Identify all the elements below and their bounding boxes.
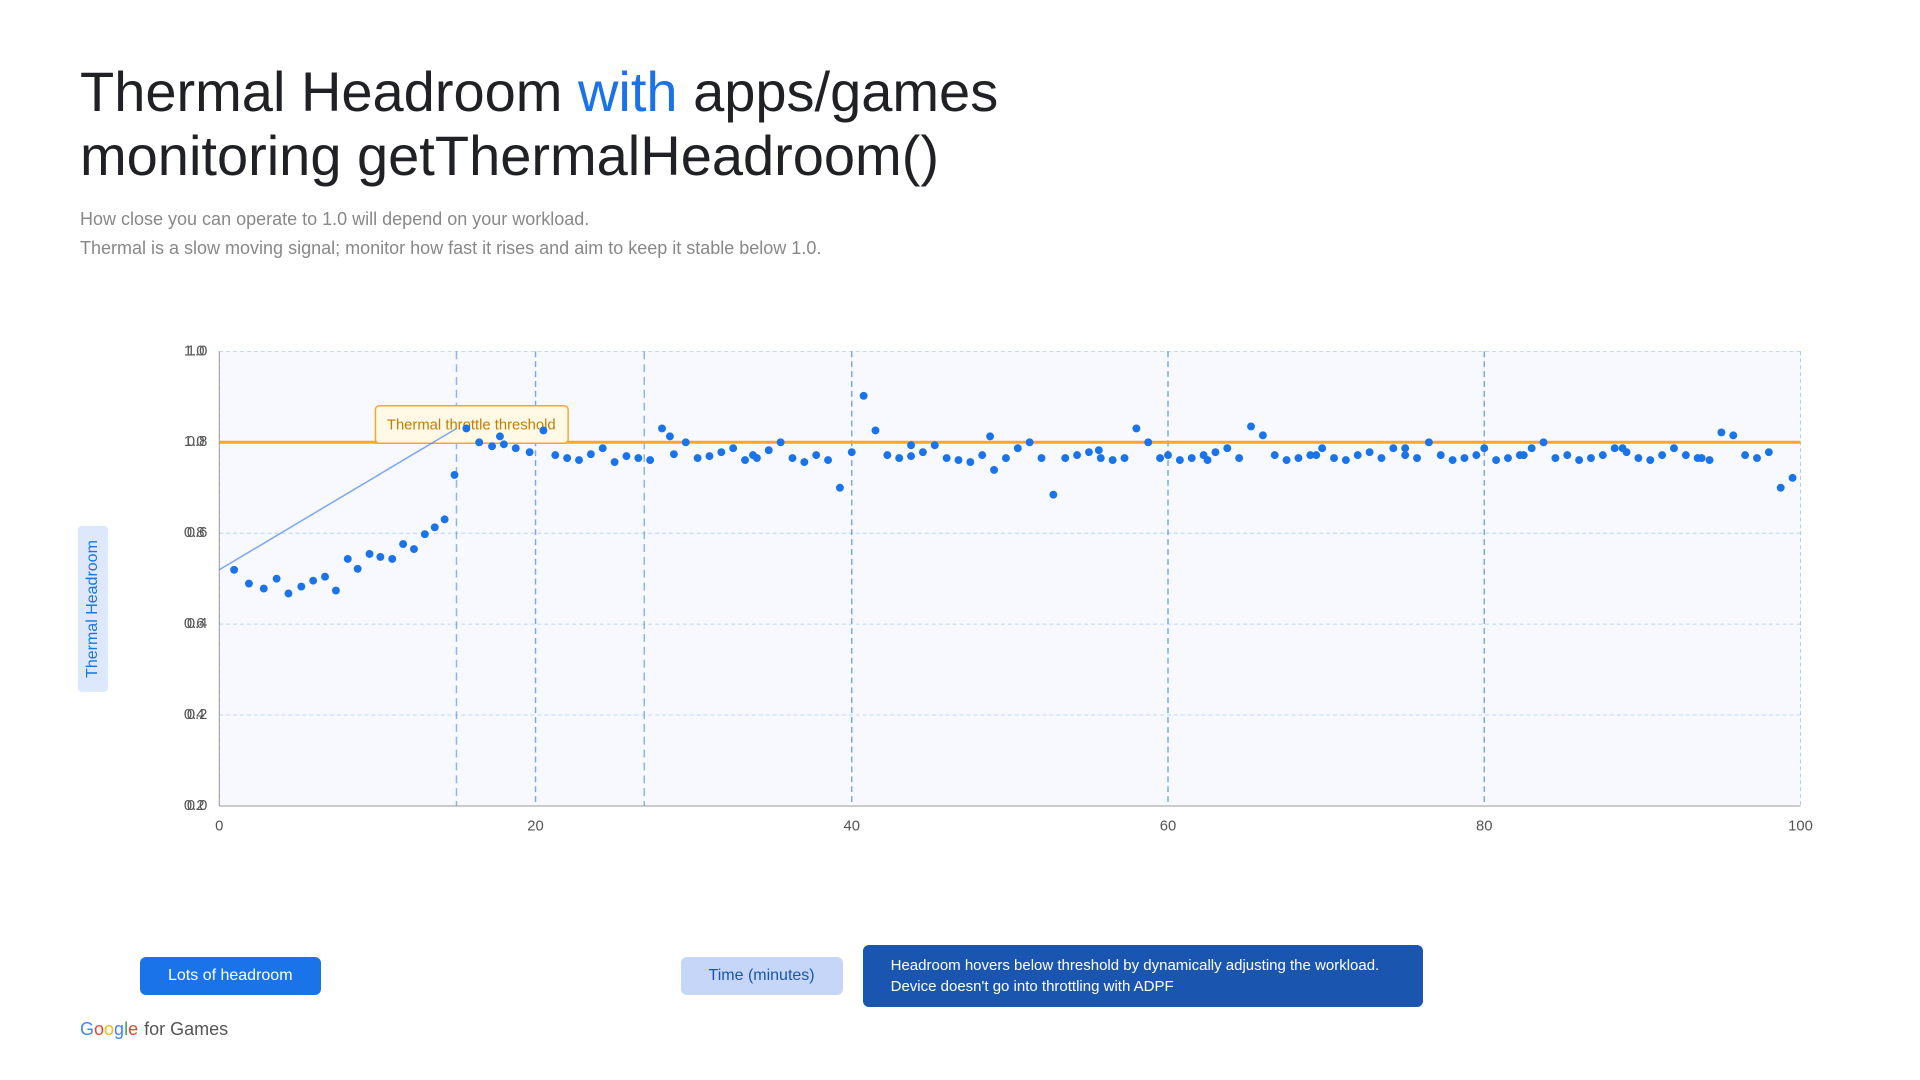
subtitle-line1: How close you can operate to 1.0 will de… xyxy=(80,205,1840,234)
svg-text:0.0: 0.0 xyxy=(187,798,208,814)
google-logo: Google for Games xyxy=(80,1019,1840,1040)
svg-text:1.0: 1.0 xyxy=(187,344,208,360)
title-part2: apps/games xyxy=(678,60,999,123)
bottom-labels: Lots of headroom Time (minutes) Headroom… xyxy=(140,945,1840,1007)
google-wordmark: Google xyxy=(80,1019,138,1040)
svg-text:0.6: 0.6 xyxy=(187,526,208,542)
title-line-1: Thermal Headroom with apps/games xyxy=(80,60,1840,124)
page-container: Thermal Headroom with apps/games monitor… xyxy=(0,0,1920,1080)
lots-of-headroom-label: Lots of headroom xyxy=(140,957,321,995)
svg-text:100: 100 xyxy=(1788,819,1813,835)
subtitle-block: How close you can operate to 1.0 will de… xyxy=(80,205,1840,263)
svg-text:0.8: 0.8 xyxy=(187,435,208,451)
title-line-2: monitoring getThermalHeadroom() xyxy=(80,124,1840,188)
svg-text:80: 80 xyxy=(1476,819,1492,835)
for-games-text: for Games xyxy=(144,1019,228,1040)
chart-area: Thermal throttle threshold 1.0 1.0 0.8 0… xyxy=(160,282,1840,935)
chart-svg: Thermal throttle threshold 1.0 1.0 0.8 0… xyxy=(160,282,1840,935)
svg-text:0.2: 0.2 xyxy=(187,707,208,723)
headroom-desc-label: Headroom hovers below threshold by dynam… xyxy=(863,945,1423,1007)
svg-text:60: 60 xyxy=(1160,819,1176,835)
svg-text:Thermal throttle threshold: Thermal throttle threshold xyxy=(387,418,556,434)
title-part1: Thermal Headroom xyxy=(80,60,578,123)
chart-and-annotations: Thermal Headroom xyxy=(80,282,1840,1040)
title-block: Thermal Headroom with apps/games monitor… xyxy=(80,60,1840,189)
svg-text:40: 40 xyxy=(844,819,860,835)
y-axis-label: Thermal Headroom xyxy=(78,526,108,692)
svg-text:20: 20 xyxy=(527,819,543,835)
time-minutes-label: Time (minutes) xyxy=(681,957,843,995)
title-highlight: with xyxy=(578,60,678,123)
svg-text:0.4: 0.4 xyxy=(187,616,208,632)
subtitle-line2: Thermal is a slow moving signal; monitor… xyxy=(80,234,1840,263)
svg-text:0: 0 xyxy=(215,819,223,835)
